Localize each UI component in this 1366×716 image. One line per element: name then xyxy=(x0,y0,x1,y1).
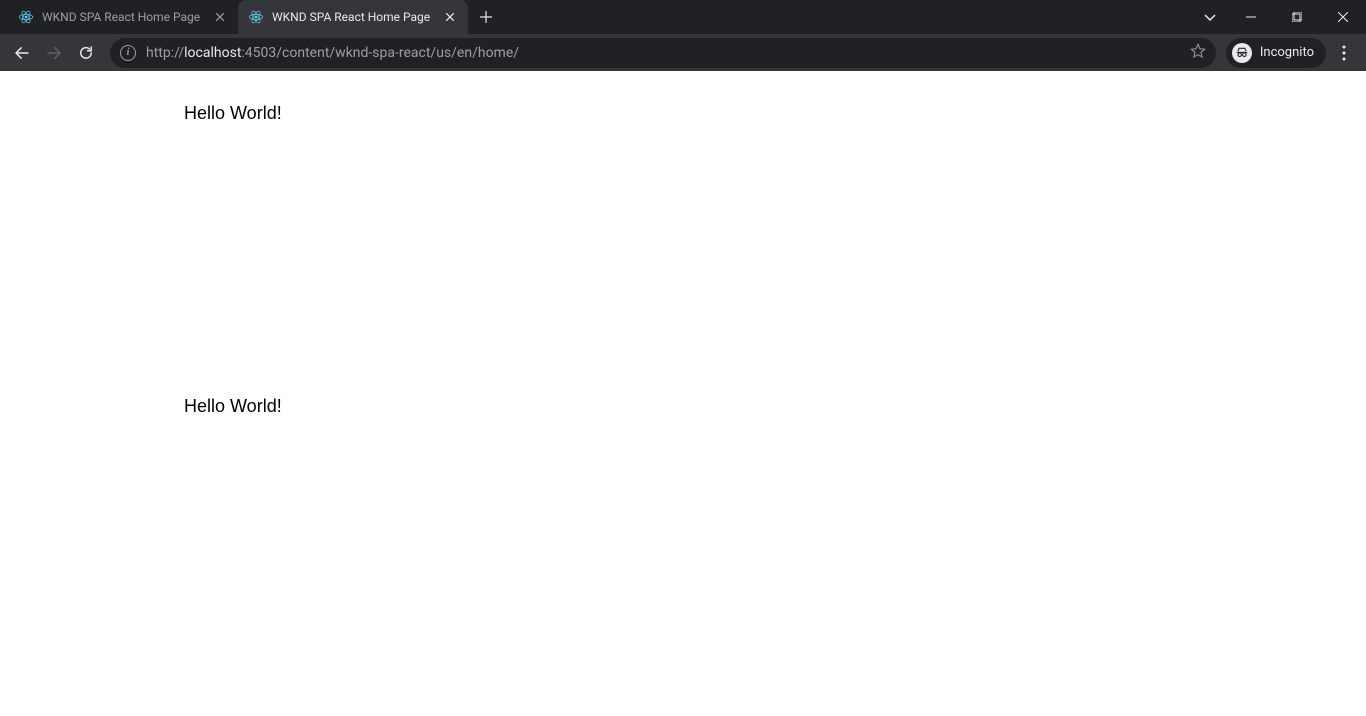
forward-button[interactable] xyxy=(40,39,68,67)
incognito-icon xyxy=(1232,43,1252,63)
react-icon xyxy=(18,9,34,25)
address-bar[interactable]: i http://localhost:4503/content/wknd-spa… xyxy=(110,38,1216,68)
url-text: http://localhost:4503/content/wknd-spa-r… xyxy=(146,45,1180,61)
react-icon xyxy=(248,9,264,25)
back-button[interactable] xyxy=(8,39,36,67)
page-content: Hello World! Hello World! xyxy=(0,71,1366,716)
hello-text-2: Hello World! xyxy=(184,396,1366,417)
close-icon[interactable] xyxy=(212,9,228,25)
minimize-button[interactable] xyxy=(1228,0,1274,34)
incognito-label: Incognito xyxy=(1260,45,1314,60)
info-icon[interactable]: i xyxy=(120,45,136,61)
browser-tab-1[interactable]: WKND SPA React Home Page xyxy=(238,0,468,34)
tabs-area: WKND SPA React Home Page WKND SPA React … xyxy=(0,0,1192,34)
tab-search-button[interactable] xyxy=(1192,0,1228,34)
reload-button[interactable] xyxy=(72,39,100,67)
close-window-button[interactable] xyxy=(1320,0,1366,34)
maximize-button[interactable] xyxy=(1274,0,1320,34)
bookmark-star-icon[interactable] xyxy=(1190,43,1206,63)
close-icon[interactable] xyxy=(442,9,458,25)
toolbar: i http://localhost:4503/content/wknd-spa… xyxy=(0,34,1366,71)
hello-text-1: Hello World! xyxy=(184,103,1366,124)
tab-title: WKND SPA React Home Page xyxy=(42,10,204,24)
new-tab-button[interactable] xyxy=(472,0,500,34)
incognito-badge[interactable]: Incognito xyxy=(1226,38,1326,68)
menu-button[interactable] xyxy=(1330,39,1358,67)
titlebar: WKND SPA React Home Page WKND SPA React … xyxy=(0,0,1366,34)
window-controls xyxy=(1228,0,1366,34)
tab-title: WKND SPA React Home Page xyxy=(272,10,434,24)
browser-tab-0[interactable]: WKND SPA React Home Page xyxy=(8,0,238,34)
